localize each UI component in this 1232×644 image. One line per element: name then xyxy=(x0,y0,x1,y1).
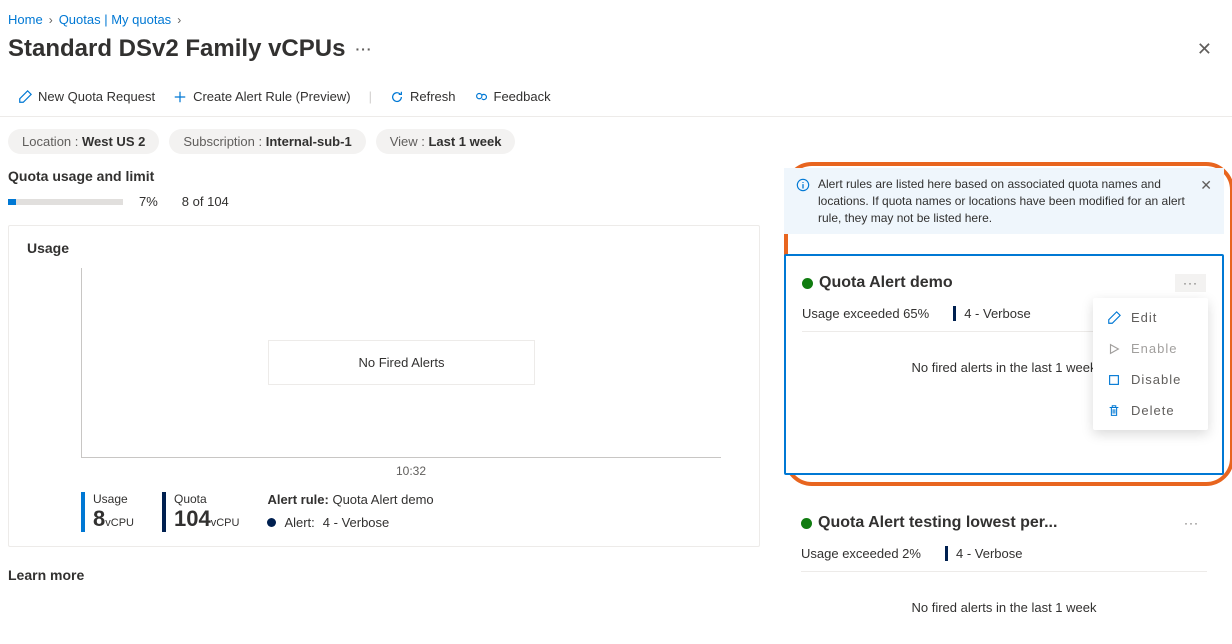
page-title-bar: Standard DSv2 Family vCPUs ··· ✕ xyxy=(0,31,1232,83)
page-title: Standard DSv2 Family vCPUs xyxy=(8,35,345,63)
filter-view-label: View : xyxy=(390,134,429,149)
info-banner-text: Alert rules are listed here based on ass… xyxy=(818,176,1192,226)
plus-icon xyxy=(173,90,187,104)
menu-disable-label: Disable xyxy=(1131,372,1181,387)
usage-metric-value: 8 xyxy=(93,506,105,531)
chevron-right-icon: › xyxy=(177,13,181,27)
usage-metric-unit: vCPU xyxy=(105,517,134,529)
alert-rule-info: Alert rule: Quota Alert demo xyxy=(267,492,433,507)
quota-metric-value: 104 xyxy=(174,506,211,531)
filter-subscription-value: Internal-sub-1 xyxy=(266,134,352,149)
alert-context-menu: Edit Enable Disable Delete xyxy=(1093,298,1208,430)
usage-bar-row: 7% 8 of 104 xyxy=(8,194,760,209)
breadcrumb: Home › Quotas | My quotas › xyxy=(0,0,1232,31)
usage-percent: 7% xyxy=(139,194,158,209)
alert-severity: 4 - Verbose xyxy=(945,546,1023,561)
no-fired-message: No fired alerts in the last 1 week xyxy=(801,572,1207,615)
refresh-icon xyxy=(390,90,404,104)
breadcrumb-home[interactable]: Home xyxy=(8,12,43,27)
alert-label: Alert: xyxy=(284,515,314,530)
quota-metric-unit: vCPU xyxy=(211,517,240,529)
close-button[interactable]: ✕ xyxy=(1185,39,1224,60)
create-alert-label: Create Alert Rule (Preview) xyxy=(193,89,351,104)
alert-usage-threshold: Usage exceeded 2% xyxy=(801,546,921,561)
alert-card-more-button[interactable]: ··· Edit Enable Disable xyxy=(1175,274,1206,292)
quota-metric-label: Quota xyxy=(174,492,239,506)
alert-value: 4 - Verbose xyxy=(323,515,390,530)
usage-metric: Usage 8vCPU xyxy=(81,492,134,532)
chart-xaxis-label: 10:32 xyxy=(81,464,741,478)
alert-severity-info: Alert: 4 - Verbose xyxy=(267,515,433,530)
alert-card-title-text: Quota Alert testing lowest per... xyxy=(818,514,1057,532)
alert-severity: 4 - Verbose xyxy=(953,306,1031,321)
menu-delete-label: Delete xyxy=(1131,403,1175,418)
alert-card-title-text: Quota Alert demo xyxy=(819,274,953,292)
alert-usage-threshold: Usage exceeded 65% xyxy=(802,306,929,321)
filter-row: Location : West US 2 Subscription : Inte… xyxy=(0,117,1232,168)
usage-metric-label: Usage xyxy=(93,492,134,506)
filter-location[interactable]: Location : West US 2 xyxy=(8,129,159,154)
new-quota-label: New Quota Request xyxy=(38,89,155,104)
usage-progress-bar xyxy=(8,199,123,205)
stop-icon xyxy=(1107,373,1121,387)
chevron-right-icon: › xyxy=(49,13,53,27)
usage-card: Usage No Fired Alerts 10:32 Usage 8vCPU … xyxy=(8,225,760,547)
status-enabled-icon xyxy=(802,278,813,289)
usage-count: 8 of 104 xyxy=(182,194,229,209)
info-banner: Alert rules are listed here based on ass… xyxy=(784,168,1224,234)
breadcrumb-quotas[interactable]: Quotas | My quotas xyxy=(59,12,172,27)
filter-view-value: Last 1 week xyxy=(428,134,501,149)
edit-icon xyxy=(1107,311,1121,325)
refresh-label: Refresh xyxy=(410,89,456,104)
separator: | xyxy=(369,89,372,104)
edit-icon xyxy=(18,90,32,104)
alert-card-quota-demo[interactable]: Quota Alert demo ··· Edit Enable xyxy=(784,254,1224,475)
feedback-icon xyxy=(474,90,488,104)
alert-rule-value: Quota Alert demo xyxy=(332,492,433,507)
new-quota-request-button[interactable]: New Quota Request xyxy=(18,89,155,104)
menu-disable[interactable]: Disable xyxy=(1093,364,1208,395)
filter-location-label: Location : xyxy=(22,134,82,149)
create-alert-rule-button[interactable]: Create Alert Rule (Preview) xyxy=(173,89,351,104)
filter-location-value: West US 2 xyxy=(82,134,145,149)
quota-metric: Quota 104vCPU xyxy=(162,492,239,532)
trash-icon xyxy=(1107,404,1121,418)
toolbar: New Quota Request Create Alert Rule (Pre… xyxy=(0,83,1232,117)
title-more-button[interactable]: ··· xyxy=(355,41,372,57)
alert-card-more-button[interactable]: ··· xyxy=(1176,514,1207,532)
info-icon xyxy=(796,178,810,192)
usage-card-title: Usage xyxy=(27,240,741,256)
menu-enable-label: Enable xyxy=(1131,341,1177,356)
alert-card-title: Quota Alert demo xyxy=(802,274,953,292)
learn-more-heading: Learn more xyxy=(8,567,760,583)
usage-progress-fill xyxy=(8,199,16,205)
status-enabled-icon xyxy=(801,518,812,529)
menu-edit-label: Edit xyxy=(1131,310,1157,325)
alert-card-title: Quota Alert testing lowest per... xyxy=(801,514,1057,532)
filter-view[interactable]: View : Last 1 week xyxy=(376,129,516,154)
play-icon xyxy=(1107,342,1121,356)
filter-subscription[interactable]: Subscription : Internal-sub-1 xyxy=(169,129,365,154)
refresh-button[interactable]: Refresh xyxy=(390,89,456,104)
alert-card-quota-testing[interactable]: Quota Alert testing lowest per... ··· Us… xyxy=(784,495,1224,624)
severity-dot-icon xyxy=(267,518,276,527)
no-fired-alerts-box: No Fired Alerts xyxy=(268,340,536,385)
usage-chart: No Fired Alerts xyxy=(81,268,721,458)
feedback-button[interactable]: Feedback xyxy=(474,89,551,104)
dismiss-banner-button[interactable]: ✕ xyxy=(1200,176,1212,196)
menu-enable: Enable xyxy=(1093,333,1208,364)
quota-usage-title: Quota usage and limit xyxy=(8,168,760,184)
menu-delete[interactable]: Delete xyxy=(1093,395,1208,426)
alert-rule-label: Alert rule: xyxy=(267,492,328,507)
menu-edit[interactable]: Edit xyxy=(1093,302,1208,333)
feedback-label: Feedback xyxy=(494,89,551,104)
filter-subscription-label: Subscription : xyxy=(183,134,265,149)
